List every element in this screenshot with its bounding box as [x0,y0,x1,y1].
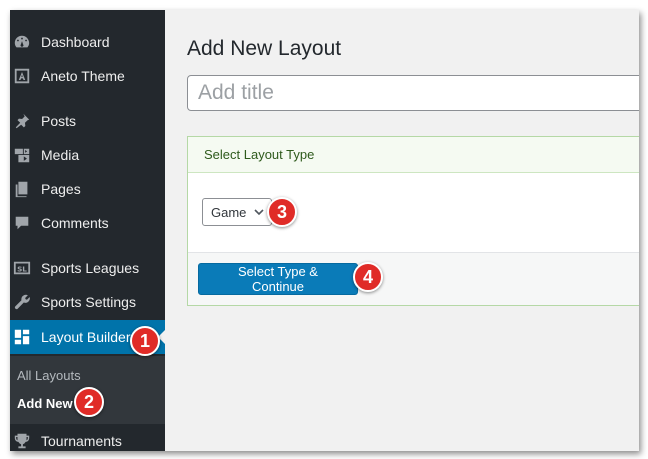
dashboard-icon [12,32,32,52]
step-badge-1: 1 [130,326,160,356]
pages-icon [12,179,32,199]
chevron-down-icon [254,209,264,216]
sidebar-item-comments[interactable]: Comments [10,208,165,238]
sidebar-item-sports-settings[interactable]: Sports Settings [10,287,165,317]
layout-grid-icon [12,327,32,347]
svg-text:SL: SL [17,265,27,274]
sidebar-item-media[interactable]: Media [10,140,165,170]
layout-type-panel: Select Layout Type Game Select Type & Co… [187,136,639,306]
media-icon [12,145,32,165]
sidebar-item-pages[interactable]: Pages [10,174,165,204]
sidebar-item-label: Sports Leagues [41,260,140,276]
sidebar-item-label: Pages [41,181,81,197]
submenu-item-add-new[interactable]: Add New [17,396,73,411]
main-content: Add New Layout Select Layout Type Game S… [165,10,639,451]
title-input[interactable] [187,75,639,111]
sidebar-item-aneto-theme[interactable]: Aneto Theme [10,61,165,91]
sidebar-item-sports-leagues[interactable]: SL Sports Leagues [10,253,165,283]
select-type-continue-button[interactable]: Select Type & Continue [198,263,358,295]
sidebar-item-tournaments[interactable]: Tournaments [10,426,165,451]
sidebar-item-label: Layout Builder [41,329,131,345]
letter-a-icon [12,66,32,86]
trophy-icon [12,431,32,451]
sidebar-item-label: Aneto Theme [41,68,125,84]
admin-sidebar: Dashboard Aneto Theme Posts Media Pages [10,10,166,451]
submenu-item-all-layouts[interactable]: All Layouts [17,368,81,383]
step-badge-2: 2 [74,387,104,417]
app-window: Dashboard Aneto Theme Posts Media Pages [10,10,639,451]
layout-type-select[interactable]: Game [202,198,272,226]
step-badge-3: 3 [267,197,297,227]
sidebar-item-label: Media [41,147,80,163]
sidebar-item-label: Sports Settings [41,294,136,310]
select-value: Game [211,204,247,220]
sidebar-item-posts[interactable]: Posts [10,106,165,136]
sidebar-item-label: Tournaments [41,433,122,449]
comment-icon [12,213,32,233]
sidebar-item-dashboard[interactable]: Dashboard [10,27,165,57]
wrench-icon [12,292,32,312]
pushpin-icon [12,111,32,131]
sidebar-item-label: Dashboard [41,34,110,50]
sl-badge-icon: SL [12,258,32,278]
step-badge-4: 4 [353,262,383,292]
sidebar-item-label: Comments [41,215,109,231]
page-title: Add New Layout [187,37,342,60]
sidebar-item-label: Posts [41,113,77,129]
panel-heading: Select Layout Type [188,137,639,173]
